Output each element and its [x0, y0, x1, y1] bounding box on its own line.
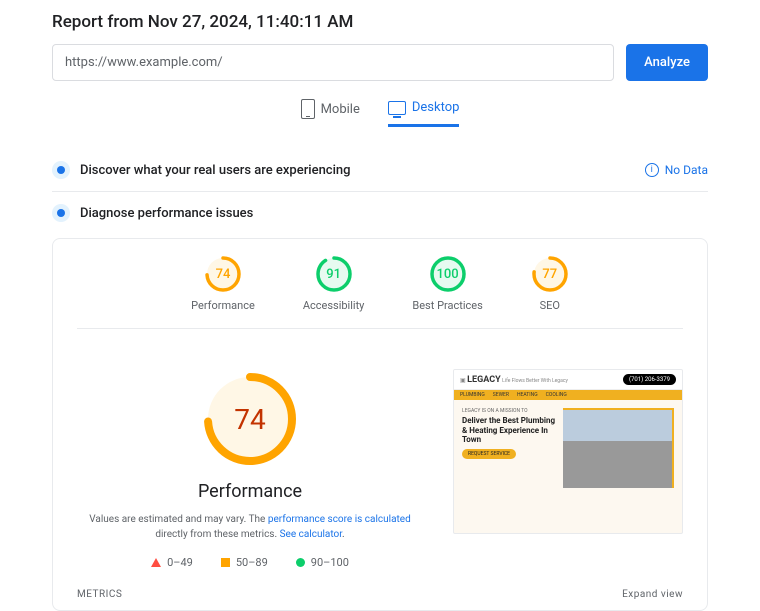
target-icon — [52, 204, 70, 222]
discover-title: Discover what your real users are experi… — [80, 163, 635, 178]
preview-headline: Deliver the Best Plumbing & Heating Expe… — [462, 416, 557, 445]
card-footer: METRICS Expand view — [77, 589, 683, 600]
performance-description: Values are estimated and may vary. The p… — [77, 512, 423, 542]
preview-image — [563, 408, 674, 488]
pulse-icon — [52, 161, 70, 179]
info-icon: i — [645, 163, 659, 177]
triangle-icon — [151, 558, 161, 567]
gauge-seo[interactable]: 77 SEO — [531, 255, 569, 312]
perf-score-link[interactable]: performance score is calculated — [268, 514, 411, 525]
expand-view-link[interactable]: Expand view — [622, 589, 683, 600]
tab-desktop-label: Desktop — [412, 100, 460, 115]
url-input[interactable] — [52, 44, 614, 81]
device-tabs: Mobile Desktop — [52, 99, 708, 127]
diagnose-title: Diagnose performance issues — [80, 206, 708, 221]
calculator-link[interactable]: See calculator — [280, 529, 342, 540]
gauge-label: Best Practices — [412, 299, 482, 312]
square-icon — [221, 558, 230, 567]
gauge-row: 74 Performance 91 Accessibility 100 Best… — [77, 255, 683, 329]
metrics-label: METRICS — [77, 589, 122, 600]
desktop-icon — [388, 101, 406, 115]
preview-cta: REQUEST SERVICE — [462, 449, 516, 459]
gauge-accessibility[interactable]: 91 Accessibility — [303, 255, 365, 312]
gauge-label: Accessibility — [303, 299, 365, 312]
gauge-score: 100 — [429, 255, 467, 293]
tab-mobile-label: Mobile — [321, 102, 360, 117]
preview-nav: PLUMBINGSEWERHEATINGCOOLING — [454, 390, 682, 400]
discover-section: Discover what your real users are experi… — [52, 149, 708, 192]
performance-column: 74 Performance Values are estimated and … — [77, 369, 423, 569]
circle-icon — [296, 558, 305, 567]
gauge-score: 77 — [531, 255, 569, 293]
gauge-score: 74 — [204, 255, 242, 293]
report-title: Report from Nov 27, 2024, 11:40:11 AM — [52, 12, 708, 32]
no-data-label: No Data — [665, 163, 708, 177]
mobile-icon — [301, 99, 315, 119]
performance-title: Performance — [77, 481, 423, 502]
report-card: 74 Performance 91 Accessibility 100 Best… — [52, 238, 708, 611]
performance-score-large: 74 — [200, 369, 300, 469]
gauge-label: Performance — [191, 299, 255, 312]
gauge-label: SEO — [531, 299, 569, 312]
gauge-score: 91 — [315, 255, 353, 293]
preview-phone: (701) 206-3379 — [623, 374, 676, 385]
site-preview: ▣ LEGACY Life Flows Better With Legacy (… — [453, 369, 683, 534]
diagnose-section: Diagnose performance issues — [52, 192, 708, 234]
no-data-link[interactable]: i No Data — [645, 163, 708, 177]
performance-gauge-large: 74 — [200, 369, 300, 469]
main-row: 74 Performance Values are estimated and … — [77, 369, 683, 569]
analyze-button[interactable]: Analyze — [626, 44, 708, 81]
tab-mobile[interactable]: Mobile — [301, 99, 360, 127]
gauge-performance[interactable]: 74 Performance — [191, 255, 255, 312]
preview-logo: LEGACY — [467, 375, 501, 385]
tab-desktop[interactable]: Desktop — [388, 99, 460, 127]
gauge-best-practices[interactable]: 100 Best Practices — [412, 255, 482, 312]
search-row: Analyze — [52, 44, 708, 81]
